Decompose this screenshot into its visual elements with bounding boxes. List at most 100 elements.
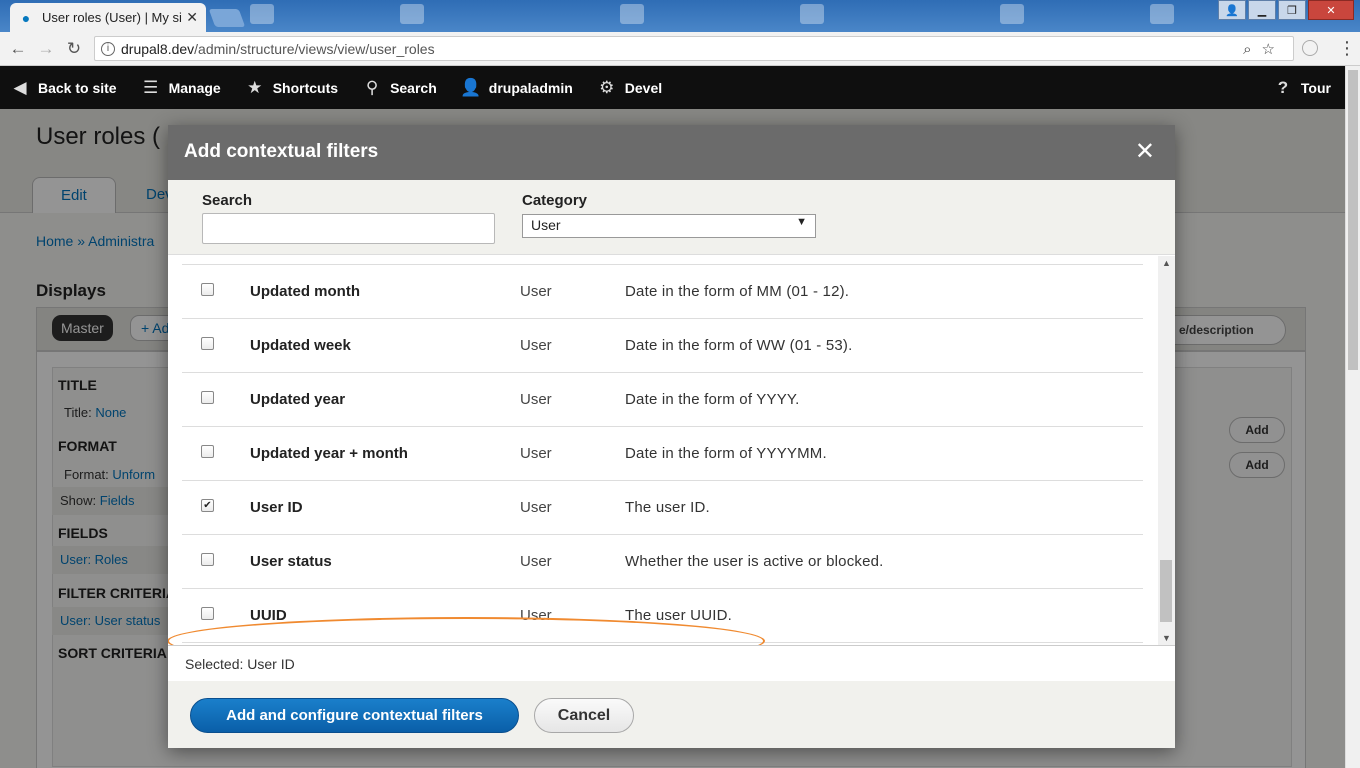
search-input[interactable] xyxy=(202,213,495,244)
profile-icon[interactable]: 👤 xyxy=(1218,0,1246,20)
row-checkbox[interactable] xyxy=(201,607,214,620)
back-arrow-icon[interactable]: ← xyxy=(4,39,32,59)
dropdown-arrow-icon: ▼ xyxy=(796,216,807,228)
row-name: Updated week xyxy=(250,337,351,354)
row-description: Whether the user is active or blocked. xyxy=(625,553,884,570)
row-description: The user UUID. xyxy=(625,607,732,624)
url-input[interactable]: i drupal8.dev /admin/structure/views/vie… xyxy=(94,36,1294,61)
browser-tab[interactable]: ● User roles (User) | My site ✕ xyxy=(10,3,206,32)
row-checkbox[interactable] xyxy=(201,337,214,350)
tab-close-icon[interactable]: ✕ xyxy=(186,9,198,26)
page-scrollbar[interactable] xyxy=(1345,66,1360,768)
row-checkbox[interactable] xyxy=(201,445,214,458)
desktop-decoration xyxy=(800,4,824,24)
row-description: The user ID. xyxy=(625,499,710,516)
list-scrollbar[interactable]: ▲ ▼ xyxy=(1158,256,1175,645)
toolbar-search-label: Search xyxy=(390,79,437,96)
row-category: User xyxy=(520,391,552,408)
dialog-footer: Add and configure contextual filters Can… xyxy=(168,681,1175,748)
close-icon[interactable]: ✕ xyxy=(1135,139,1155,165)
back-circle-icon: ◀ xyxy=(13,77,27,97)
row-category: User xyxy=(520,607,552,624)
desktop-decoration xyxy=(620,4,644,24)
desktop-decoration xyxy=(1150,4,1174,24)
row-checkbox-checked[interactable]: ✔ xyxy=(201,499,214,512)
add-and-configure-button[interactable]: Add and configure contextual filters xyxy=(190,698,519,733)
search-icon: ⚲ xyxy=(365,77,379,97)
browser-titlebar: ● User roles (User) | My site ✕ 👤 ▁ ❐ ✕ xyxy=(0,0,1360,32)
toolbar-tour[interactable]: ? Tour xyxy=(1263,66,1345,109)
row-name: User status xyxy=(250,553,332,570)
extension-icon[interactable] xyxy=(1302,40,1318,56)
reload-icon[interactable]: ↻ xyxy=(60,39,88,59)
scroll-down-icon[interactable]: ▼ xyxy=(1162,633,1171,643)
forward-arrow-icon[interactable]: → xyxy=(32,39,60,59)
tab-title: User roles (User) | My site xyxy=(42,10,183,25)
row-category: User xyxy=(520,337,552,354)
toolbar-manage[interactable]: ☰ Manage xyxy=(131,66,235,109)
admin-toolbar: ◀ Back to site ☰ Manage ★ Shortcuts ⚲ Se… xyxy=(0,66,1345,109)
list-item-partial xyxy=(182,256,1143,265)
search-label: Search xyxy=(202,192,253,209)
url-host: drupal8.dev xyxy=(121,40,195,57)
selected-summary: Selected: User ID xyxy=(168,645,1175,681)
add-contextual-filters-dialog: Add contextual filters ✕ Search Category… xyxy=(168,125,1175,748)
star-icon: ★ xyxy=(247,77,263,97)
row-name: UUID xyxy=(250,607,287,624)
toolbar-user-label: drupaladmin xyxy=(488,79,573,96)
row-name: Updated month xyxy=(250,283,360,300)
row-name: Updated year xyxy=(250,391,346,408)
help-icon: ? xyxy=(1277,77,1289,97)
new-tab-button[interactable] xyxy=(208,9,246,27)
cancel-button[interactable]: Cancel xyxy=(534,698,634,733)
user-icon: 👤 xyxy=(460,77,482,97)
table-row[interactable]: UUID User The user UUID. xyxy=(182,589,1143,643)
toolbar-devel-label: Devel xyxy=(624,79,663,96)
hamburger-icon: ☰ xyxy=(142,77,159,97)
category-select[interactable]: User ▼ xyxy=(522,214,816,238)
table-row[interactable]: User status User Whether the user is act… xyxy=(182,535,1143,589)
filter-options-rows: Updated month User Date in the form of M… xyxy=(168,256,1143,645)
toolbar-search[interactable]: ⚲ Search xyxy=(352,66,451,109)
browser-menu-icon[interactable]: ⋮ xyxy=(1338,38,1356,59)
scroll-up-icon[interactable]: ▲ xyxy=(1162,258,1171,268)
dialog-title: Add contextual filters xyxy=(184,141,379,162)
maximize-icon[interactable]: ❐ xyxy=(1278,0,1306,20)
row-category: User xyxy=(520,445,552,462)
window-close-icon[interactable]: ✕ xyxy=(1308,0,1354,20)
category-label: Category xyxy=(522,192,588,209)
zoom-star-icons[interactable]: ⌕☆ xyxy=(1243,40,1285,58)
minimize-icon[interactable]: ▁ xyxy=(1248,0,1276,20)
row-category: User xyxy=(520,283,552,300)
table-row[interactable]: Updated week User Date in the form of WW… xyxy=(182,319,1143,373)
row-checkbox[interactable] xyxy=(201,283,214,296)
list-scrollbar-thumb[interactable] xyxy=(1160,560,1172,622)
row-name: Updated year + month xyxy=(250,445,408,462)
row-name: User ID xyxy=(250,499,303,516)
table-row[interactable]: ✔ User ID User The user ID. xyxy=(182,481,1143,535)
info-icon[interactable]: i xyxy=(101,41,115,56)
window-controls: 👤 ▁ ❐ ✕ xyxy=(1216,0,1354,20)
table-row[interactable]: Updated year User Date in the form of YY… xyxy=(182,373,1143,427)
toolbar-tour-label: Tour xyxy=(1300,79,1331,96)
toolbar-back-to-site[interactable]: ◀ Back to site xyxy=(0,66,131,109)
drupal-drop-icon: ● xyxy=(21,9,31,26)
row-category: User xyxy=(520,553,552,570)
row-category: User xyxy=(520,499,552,516)
row-description: Date in the form of YYYY. xyxy=(625,391,800,408)
url-path: /admin/structure/views/view/user_roles xyxy=(194,40,435,57)
table-row[interactable]: Updated month User Date in the form of M… xyxy=(182,265,1143,319)
dialog-filter-area: Search Category User ▼ xyxy=(168,180,1175,255)
row-checkbox[interactable] xyxy=(201,553,214,566)
toolbar-user[interactable]: 👤 drupaladmin xyxy=(451,66,587,109)
category-select-value: User xyxy=(531,217,561,233)
desktop-decoration xyxy=(250,4,274,24)
desktop-decoration xyxy=(400,4,424,24)
toolbar-shortcuts-label: Shortcuts xyxy=(272,79,339,96)
page-scrollbar-thumb[interactable] xyxy=(1348,70,1358,370)
row-checkbox[interactable] xyxy=(201,391,214,404)
toolbar-shortcuts[interactable]: ★ Shortcuts xyxy=(235,66,352,109)
toolbar-devel[interactable]: ⚙ Devel xyxy=(587,66,676,109)
table-row[interactable]: Updated year + month User Date in the fo… xyxy=(182,427,1143,481)
desktop-decoration xyxy=(1000,4,1024,24)
